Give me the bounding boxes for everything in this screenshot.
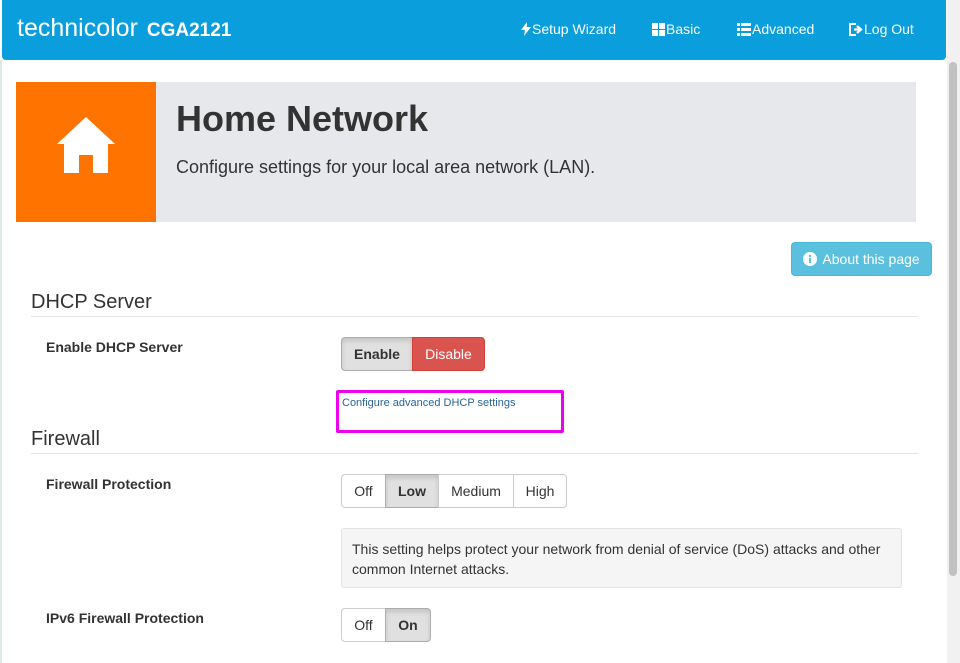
firewall-medium-button[interactable]: Medium: [438, 474, 514, 508]
nav-setup-wizard-label: Setup Wizard: [532, 21, 617, 37]
nav-log-out-label: Log Out: [864, 21, 914, 37]
nav-basic-label: Basic: [666, 21, 701, 37]
firewall-off-button[interactable]: Off: [341, 474, 386, 508]
content-edge: [0, 60, 2, 663]
home-icon: [57, 117, 115, 173]
page-title: Home Network: [176, 98, 429, 139]
about-this-page-button[interactable]: About this page: [791, 242, 932, 276]
top-navbar: technicolor CGA2121 Setup Wizard Basic A…: [2, 0, 946, 60]
firewall-high-button[interactable]: High: [513, 474, 567, 508]
ipv6-on-button[interactable]: On: [385, 608, 431, 642]
enable-dhcp-label: Enable DHCP Server: [46, 339, 183, 355]
firewall-protection-label: Firewall Protection: [46, 476, 172, 492]
nav-advanced-label: Advanced: [752, 21, 815, 37]
hero-panel: Home Network Configure settings for your…: [156, 82, 916, 222]
list-icon: [737, 23, 751, 36]
advanced-dhcp-link[interactable]: Configure advanced DHCP settings: [342, 397, 515, 409]
firewall-section-title: Firewall: [31, 428, 100, 450]
firewall-help-text: This setting helps protect your network …: [341, 528, 902, 588]
nav-basic[interactable]: Basic: [652, 21, 700, 37]
grid-icon: [652, 23, 665, 36]
hero-icon-tile: [16, 82, 156, 222]
dhcp-disable-button[interactable]: Disable: [412, 337, 485, 371]
info-icon: [803, 252, 818, 266]
brand-model: CGA2121: [146, 20, 232, 41]
page-subtitle: Configure settings for your local area n…: [176, 157, 596, 177]
scrollbar-thumb[interactable]: [949, 62, 957, 576]
dhcp-enable-button[interactable]: Enable: [341, 337, 413, 371]
brand-logo[interactable]: technicolor CGA2121: [17, 14, 231, 43]
nav-log-out[interactable]: Log Out: [849, 21, 914, 37]
dhcp-section-title: DHCP Server: [31, 291, 152, 313]
about-this-page-label: About this page: [822, 251, 920, 267]
firewall-low-button[interactable]: Low: [385, 474, 439, 508]
nav-setup-wizard[interactable]: Setup Wizard: [521, 21, 616, 37]
firewall-section-divider: [31, 453, 918, 454]
logout-icon: [849, 23, 863, 36]
dhcp-section-divider: [31, 316, 918, 317]
lightning-icon: [521, 22, 531, 36]
brand-name: technicolor: [17, 14, 138, 42]
nav-advanced[interactable]: Advanced: [737, 21, 814, 37]
browser-viewport: technicolor CGA2121 Setup Wizard Basic A…: [0, 0, 960, 663]
ipv6-off-button[interactable]: Off: [341, 608, 386, 642]
ipv6-firewall-label: IPv6 Firewall Protection: [46, 610, 204, 626]
